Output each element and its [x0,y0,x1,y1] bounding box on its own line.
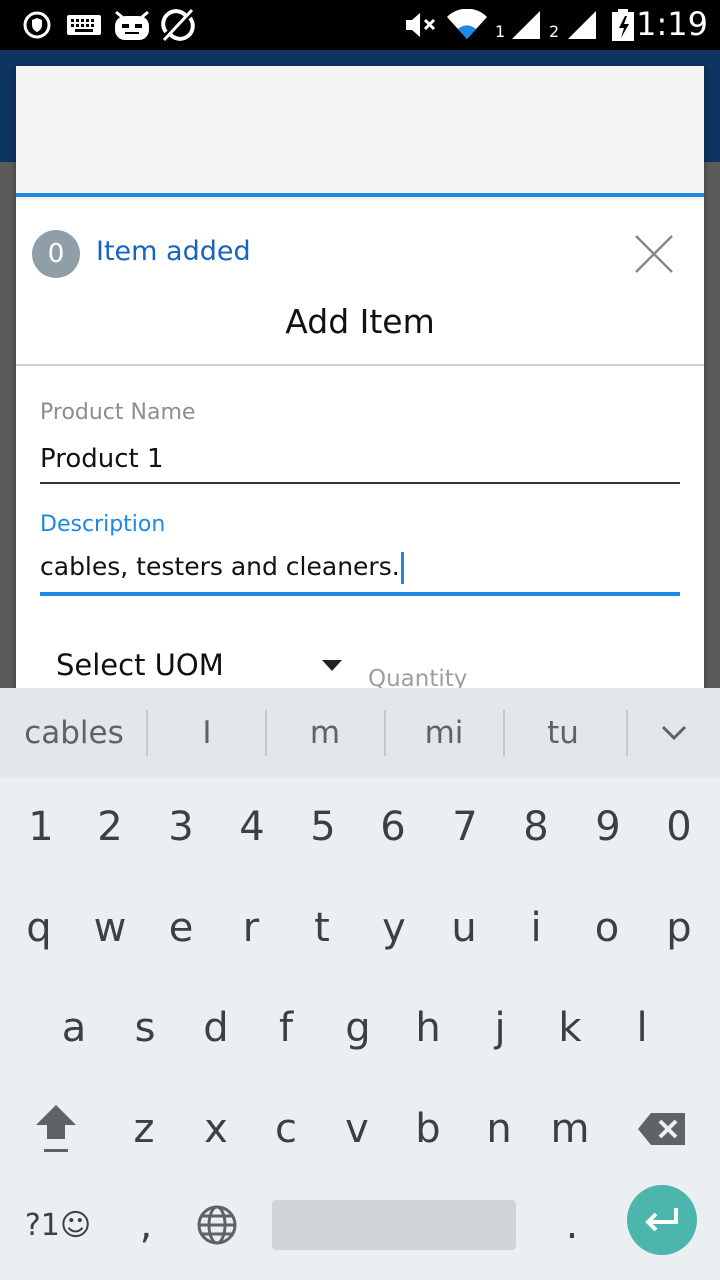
wifi-icon [446,8,488,42]
key-q[interactable]: q [3,883,75,973]
uom-select[interactable]: Select UOM [56,648,224,682]
key-f[interactable]: f [250,983,322,1073]
sheet-accent-line [16,193,704,197]
sim2-indicator: 2 [549,22,560,41]
product-name-underline [40,482,680,484]
key-6[interactable]: 6 [357,782,429,872]
suggestion-strip: cables I m mi tu [0,688,720,778]
description-text: cables, testers and cleaners. [40,552,400,581]
dialog-header: 0 Item added Add Item [16,200,704,366]
key-7[interactable]: 7 [429,782,501,872]
key-i[interactable]: i [500,883,572,973]
key-0[interactable]: 0 [643,782,715,872]
key-l[interactable]: l [606,983,678,1073]
suggestion-item[interactable]: m [266,688,384,778]
key-g[interactable]: g [322,983,394,1073]
key-b[interactable]: b [392,1084,464,1174]
item-added-status: Item added [96,236,251,267]
key-a[interactable]: a [38,983,110,1073]
soft-keyboard: cables I m mi tu 1 2 3 4 5 6 7 8 9 0 q w… [0,688,720,1280]
key-k[interactable]: k [534,983,606,1073]
backspace-icon[interactable] [626,1084,698,1174]
battery-icon [610,8,636,42]
mute-icon [404,8,438,42]
key-c[interactable]: c [250,1084,322,1174]
key-z[interactable]: z [108,1084,180,1174]
sync-disabled-icon [160,8,196,42]
key-1[interactable]: 1 [5,782,77,872]
key-e[interactable]: e [145,883,217,973]
dropdown-arrow-icon[interactable] [322,660,342,671]
period-key[interactable]: . [536,1180,608,1270]
key-w[interactable]: w [74,883,146,973]
suggestion-item[interactable]: tu [504,688,622,778]
enter-icon[interactable] [627,1185,697,1255]
key-t[interactable]: t [286,883,358,973]
keyboard-icon [66,8,102,42]
key-o[interactable]: o [571,883,643,973]
key-y[interactable]: y [358,883,430,973]
symbols-key[interactable]: ?1☺ [8,1180,108,1270]
key-n[interactable]: n [463,1084,535,1174]
sim1-indicator: 1 [495,22,506,41]
status-bar: 1 2 1:19 [0,0,720,50]
key-j[interactable]: j [464,983,536,1073]
text-cursor [400,552,404,584]
key-u[interactable]: u [428,883,500,973]
key-9[interactable]: 9 [572,782,644,872]
product-name-field[interactable]: Product 1 [40,444,164,474]
suggestion-item[interactable]: mi [385,688,503,778]
clock: 1:19 [636,5,708,43]
chevron-down-icon[interactable] [628,688,720,778]
android-icon [112,8,152,42]
key-5[interactable]: 5 [287,782,359,872]
shift-key[interactable] [20,1084,92,1174]
signal-icon [510,8,542,42]
key-2[interactable]: 2 [74,782,146,872]
location-shield-icon [22,8,52,42]
item-count-badge: 0 [32,230,80,278]
comma-key[interactable]: , [110,1180,182,1270]
suggestion-item[interactable]: I [148,688,266,778]
key-8[interactable]: 8 [500,782,572,872]
key-v[interactable]: v [321,1084,393,1174]
key-r[interactable]: r [215,883,287,973]
key-m[interactable]: m [534,1084,606,1174]
dialog-title: Add Item [285,302,435,341]
key-4[interactable]: 4 [216,782,288,872]
space-bar[interactable] [272,1200,516,1250]
signal-icon [566,8,598,42]
product-name-label: Product Name [40,400,196,425]
add-item-dialog: 0 Item added Add Item Product Name Produ… [16,200,704,700]
key-s[interactable]: s [109,983,181,1073]
description-underline [40,592,680,596]
key-x[interactable]: x [180,1084,252,1174]
key-h[interactable]: h [392,983,464,1073]
key-d[interactable]: d [180,983,252,1073]
key-p[interactable]: p [643,883,715,973]
globe-icon[interactable] [181,1180,253,1270]
description-field[interactable]: cables, testers and cleaners. [40,552,404,584]
suggestion-item[interactable]: cables [0,688,148,778]
key-3[interactable]: 3 [145,782,217,872]
description-label: Description [40,512,166,537]
close-icon[interactable] [630,230,678,278]
